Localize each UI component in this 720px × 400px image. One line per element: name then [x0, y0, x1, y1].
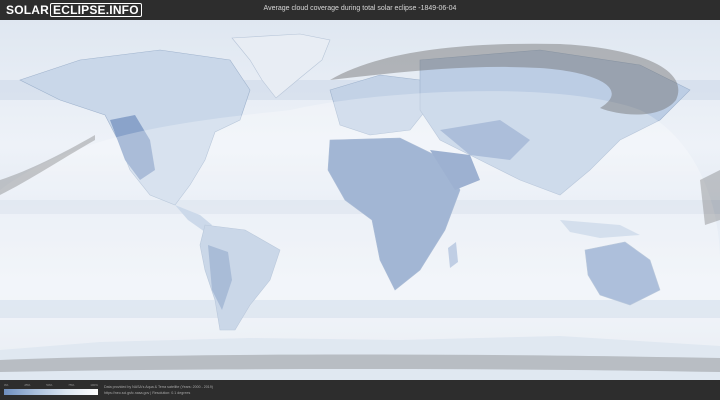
cloud-coverage-legend: 0% 25% 50% 75% 100%: [4, 383, 98, 395]
logo-solar-text: SOLAR: [6, 3, 49, 17]
legend-tick: 75%: [68, 383, 75, 387]
legend-ticks: 0% 25% 50% 75% 100%: [4, 383, 98, 387]
cloud-coverage-map: [0, 20, 720, 380]
legend-tick: 100%: [90, 383, 98, 387]
legend-tick: 25%: [24, 383, 31, 387]
legend-tick: 0%: [4, 383, 9, 387]
site-logo[interactable]: SOLAR ECLIPSE.INFO: [6, 3, 142, 17]
legend-tick: 50%: [46, 383, 53, 387]
page-title: Average cloud coverage during total sola…: [263, 5, 457, 12]
logo-eclipse-text: ECLIPSE.INFO: [50, 3, 142, 17]
legend-color-bar: [4, 389, 98, 395]
credits-line: https://neo.sci.gsfc.nasa.gov | Resoluti…: [104, 391, 191, 395]
data-credits: Data provided by NASA's Aqua & Terra sat…: [104, 384, 213, 396]
